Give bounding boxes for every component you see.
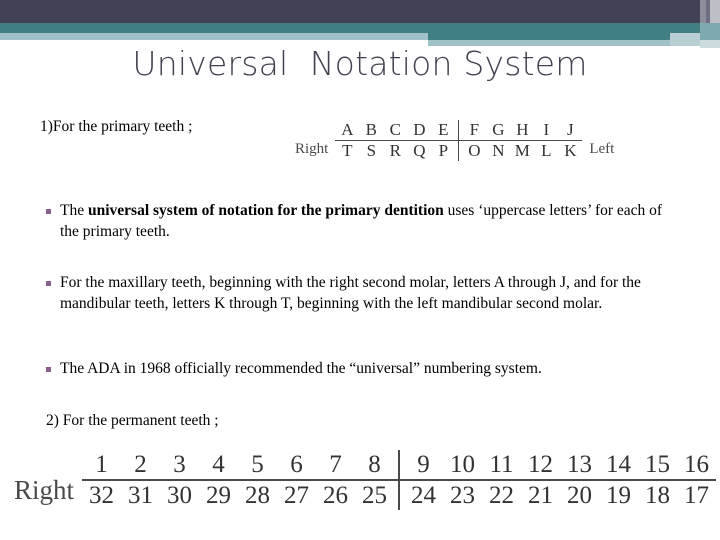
tooth-cell: 6 [290,451,303,478]
tooth-cell: 16 [684,451,710,478]
tooth-cell: N [492,141,505,160]
tooth-cell: 20 [567,482,593,509]
tooth-cell: C [389,120,402,139]
tooth-cell: 26 [323,482,349,509]
tooth-cell: 32 [89,482,115,509]
tooth-cell: 8 [368,451,381,478]
bullet-item: For the maxillary teeth, beginning with … [46,272,686,314]
tooth-cell: J [567,120,574,139]
permanent-chart-lower-left-quadrant: 24 23 22 21 20 19 18 17 [400,481,716,510]
primary-chart-left-label: Left [589,141,615,157]
tooth-cell: 4 [212,451,225,478]
tooth-cell: 22 [489,482,515,509]
bullet-text: For the maxillary teeth, beginning with … [60,274,641,312]
tooth-cell: L [541,141,552,160]
permanent-chart-upper-right-quadrant: 1 2 3 4 5 6 7 8 [82,450,401,479]
tooth-cell: B [365,120,378,139]
tooth-cell: 18 [645,482,671,509]
tooth-cell: 23 [450,482,476,509]
tooth-cell: 1 [95,451,108,478]
banner-teal-band-right [428,23,700,40]
bullet-bold-text: universal system of notation for the pri… [87,202,444,219]
bullet-marker-icon [46,367,51,372]
permanent-chart-upper-arch-row: 1 2 3 4 5 6 7 8 9 10 11 12 13 14 15 16 [82,450,717,481]
primary-chart-lower-left-quadrant: O N M L K [459,141,582,161]
primary-chart-lower-arch-row: T S R Q P O N M L K [335,141,582,161]
tooth-cell: H [516,120,529,139]
tooth-cell: 30 [167,482,193,509]
banner-pale-band-left [0,33,428,40]
permanent-chart-lower-right-quadrant: 32 31 30 29 28 27 26 25 [82,481,401,510]
slide-title: Universal Notation System [132,44,588,83]
primary-chart-lower-right-quadrant: T S R Q P [335,141,460,161]
tooth-cell: 13 [567,451,593,478]
primary-chart-upper-right-quadrant: A B C D E [335,120,460,140]
tooth-cell: 10 [450,451,476,478]
tooth-cell: 28 [245,482,271,509]
tooth-cell: 31 [128,482,154,509]
tooth-cell: Q [413,141,426,160]
tooth-cell: 27 [284,482,310,509]
permanent-chart-upper-left-quadrant: 9 10 11 12 13 14 15 16 [400,450,716,479]
tooth-cell: T [342,141,353,160]
tooth-cell: 7 [329,451,342,478]
tooth-cell: 2 [134,451,147,478]
tooth-cell: 17 [684,482,710,509]
permanent-teeth-notation-chart: Right 1 2 3 4 5 6 7 8 9 10 11 12 13 14 1… [6,450,720,510]
bullet-item: The universal system of notation for the… [46,200,666,242]
primary-teeth-heading: 1)For the primary teeth ; [40,118,193,135]
tooth-cell: S [366,141,377,160]
tooth-cell: 3 [173,451,186,478]
tooth-cell: I [543,120,550,139]
tooth-cell: E [438,120,449,139]
tooth-cell: G [492,120,505,139]
permanent-teeth-heading: 2) For the permanent teeth ; [46,412,219,429]
tooth-cell: A [341,120,354,139]
tooth-cell: R [389,141,402,160]
bullet-lead-text: The [60,202,88,219]
tooth-cell: 19 [606,482,632,509]
banner-dark-band [0,0,700,23]
primary-chart-right-label: Right [295,141,329,157]
tooth-cell: 29 [206,482,232,509]
tooth-cell: 14 [606,451,632,478]
primary-chart-grid: A B C D E F G H I J T S R Q P O N M L K [335,120,583,161]
banner-teal-band-left [0,23,428,33]
tooth-cell: 24 [411,482,437,509]
tooth-cell: O [468,141,481,160]
tooth-cell: 11 [489,451,514,478]
tooth-cell: 15 [645,451,671,478]
tooth-cell: 5 [251,451,264,478]
tooth-cell: P [438,141,449,160]
bullet-text: The universal system of notation for the… [60,200,666,242]
top-decorative-banner [0,0,720,48]
bullet-marker-icon [46,209,51,214]
tooth-cell: 12 [528,451,554,478]
tooth-cell: K [564,141,577,160]
tooth-cell: F [469,120,480,139]
primary-teeth-notation-chart: Right A B C D E F G H I J T S R Q P O N … [288,120,621,161]
banner-vertical-teal-overlay [700,23,720,40]
tooth-cell: M [514,141,530,160]
primary-chart-upper-left-quadrant: F G H I J [459,120,582,140]
permanent-chart-left-label: Left [716,475,720,510]
permanent-chart-right-label: Right [14,475,75,505]
tooth-cell: D [413,120,426,139]
permanent-chart-grid: 1 2 3 4 5 6 7 8 9 10 11 12 13 14 15 16 3… [82,450,717,510]
tooth-cell: 9 [417,451,430,478]
bullet-text: The ADA in 1968 officially recommended t… [60,360,542,377]
bullet-marker-icon [46,281,51,286]
tooth-cell: 21 [528,482,554,509]
permanent-chart-lower-arch-row: 32 31 30 29 28 27 26 25 24 23 22 21 20 1… [82,481,716,510]
bullet-item: The ADA in 1968 officially recommended t… [46,358,676,379]
primary-chart-upper-arch-row: A B C D E F G H I J [335,120,583,141]
tooth-cell: 25 [362,482,388,509]
